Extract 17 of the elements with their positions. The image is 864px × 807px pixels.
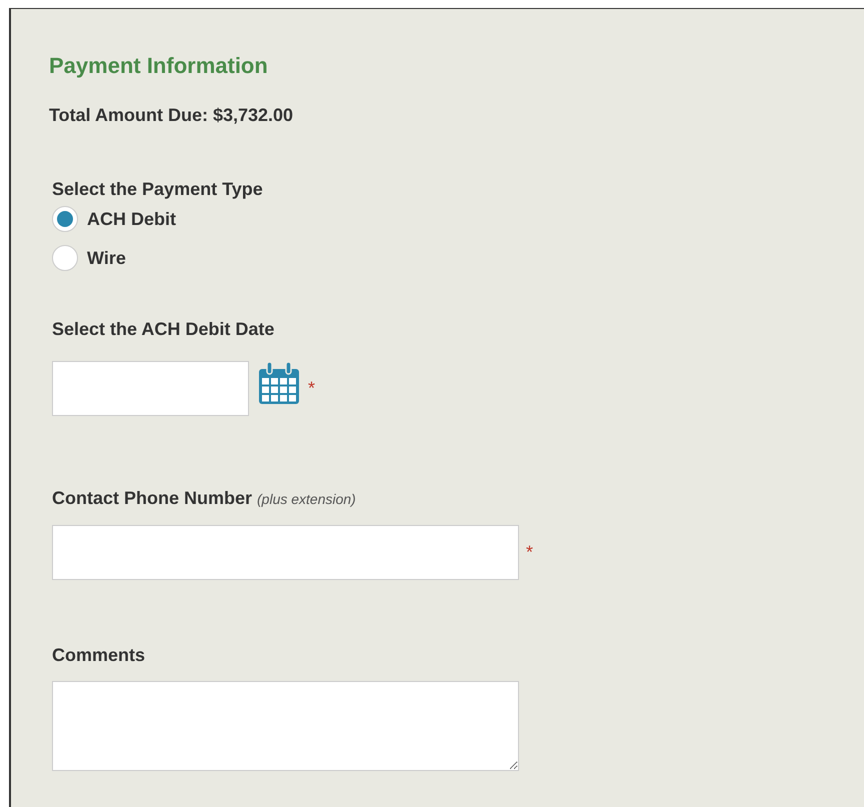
required-asterisk: * xyxy=(526,541,534,564)
required-asterisk: * xyxy=(308,377,316,400)
radio-button[interactable] xyxy=(52,245,78,271)
field-label: Comments xyxy=(52,644,146,667)
field-hint: (plus extension) xyxy=(257,490,356,509)
phone-input-field[interactable] xyxy=(52,525,519,580)
total-amount: Total Amount Due: $3,732.00 xyxy=(49,104,294,127)
section-title: Payment Information xyxy=(49,52,269,80)
date-input-field[interactable] xyxy=(52,361,249,416)
field-label: Select the Payment Type xyxy=(52,178,264,201)
radio-label: ACH Debit xyxy=(87,208,176,231)
radio-label: Wire xyxy=(87,247,126,270)
field-label: Contact Phone Number xyxy=(52,487,252,510)
field-label: Select the ACH Debit Date xyxy=(52,318,276,341)
radio-button[interactable] xyxy=(52,206,78,232)
calendar-icon[interactable] xyxy=(258,360,300,404)
comments-textarea[interactable] xyxy=(52,681,519,771)
